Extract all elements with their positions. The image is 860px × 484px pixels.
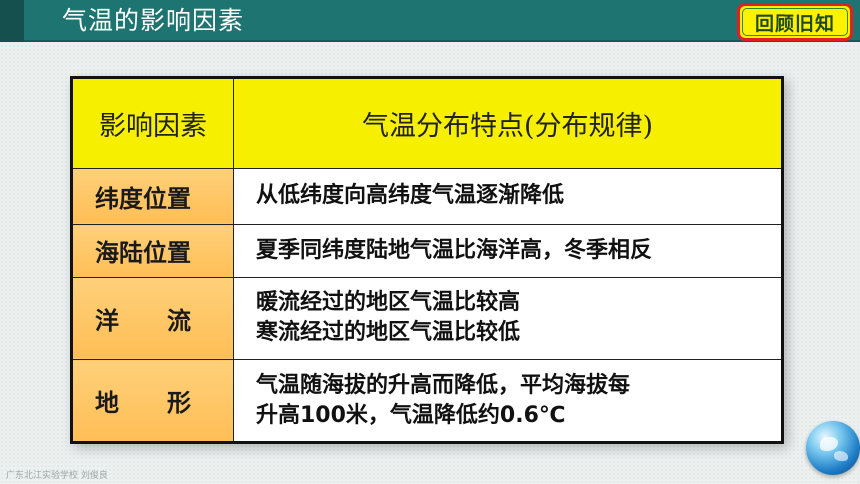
feature-line: 夏季同纬度陆地气温比海洋高，冬季相反 xyxy=(256,237,653,263)
feature-line: 气温随海拔的升高而降低，平均海拔每 xyxy=(256,372,631,398)
feature-line: 寒流经过的地区气温比较低 xyxy=(256,320,521,346)
feature-cell-land-sea: 夏季同纬度陆地气温比海洋高，冬季相反 xyxy=(233,224,783,278)
factor-cell-latitude: 纬度位置 xyxy=(71,167,234,226)
header-bar: 气温的影响因素 xyxy=(0,0,860,42)
factor-cell-land-sea: 海陆位置 xyxy=(71,224,234,278)
factor-cell-ocean-current: 洋 流 xyxy=(71,276,234,361)
table-row: 海陆位置 夏季同纬度陆地气温比海洋高，冬季相反 xyxy=(71,224,783,278)
feature-line: 从低纬度向高纬度气温逐渐降低 xyxy=(256,183,565,209)
header-cell-factor: 影响因素 xyxy=(71,77,234,169)
table-row: 纬度位置 从低纬度向高纬度气温逐渐降低 xyxy=(71,167,783,226)
table-row: 洋 流 暖流经过的地区气温比较高 寒流经过的地区气温比较低 xyxy=(71,276,783,361)
header-accent-block xyxy=(0,0,24,42)
factors-table: 影响因素 气温分布特点(分布规律) 纬度位置 从低纬度向高纬度气温逐渐降低 海陆… xyxy=(70,76,784,444)
feature-line: 升高100米，气温降低约0.6℃ xyxy=(256,402,566,428)
table-header-row: 影响因素 气温分布特点(分布规律) xyxy=(71,77,783,169)
page-title: 气温的影响因素 xyxy=(62,6,245,35)
globe-icon xyxy=(806,421,860,475)
feature-cell-ocean-current: 暖流经过的地区气温比较高 寒流经过的地区气温比较低 xyxy=(233,276,783,361)
factor-cell-terrain: 地 形 xyxy=(71,359,234,443)
feature-cell-latitude: 从低纬度向高纬度气温逐渐降低 xyxy=(233,167,783,226)
watermark-text: 广东北江实验学校 刘俊良 xyxy=(6,471,108,481)
review-badge-button[interactable]: 回顾旧知 xyxy=(737,3,853,41)
feature-cell-terrain: 气温随海拔的升高而降低，平均海拔每 升高100米，气温降低约0.6℃ xyxy=(233,359,783,443)
table-row: 地 形 气温随海拔的升高而降低，平均海拔每 升高100米，气温降低约0.6℃ xyxy=(71,359,783,443)
header-cell-feature: 气温分布特点(分布规律) xyxy=(233,77,783,169)
feature-line: 暖流经过的地区气温比较高 xyxy=(256,290,521,316)
